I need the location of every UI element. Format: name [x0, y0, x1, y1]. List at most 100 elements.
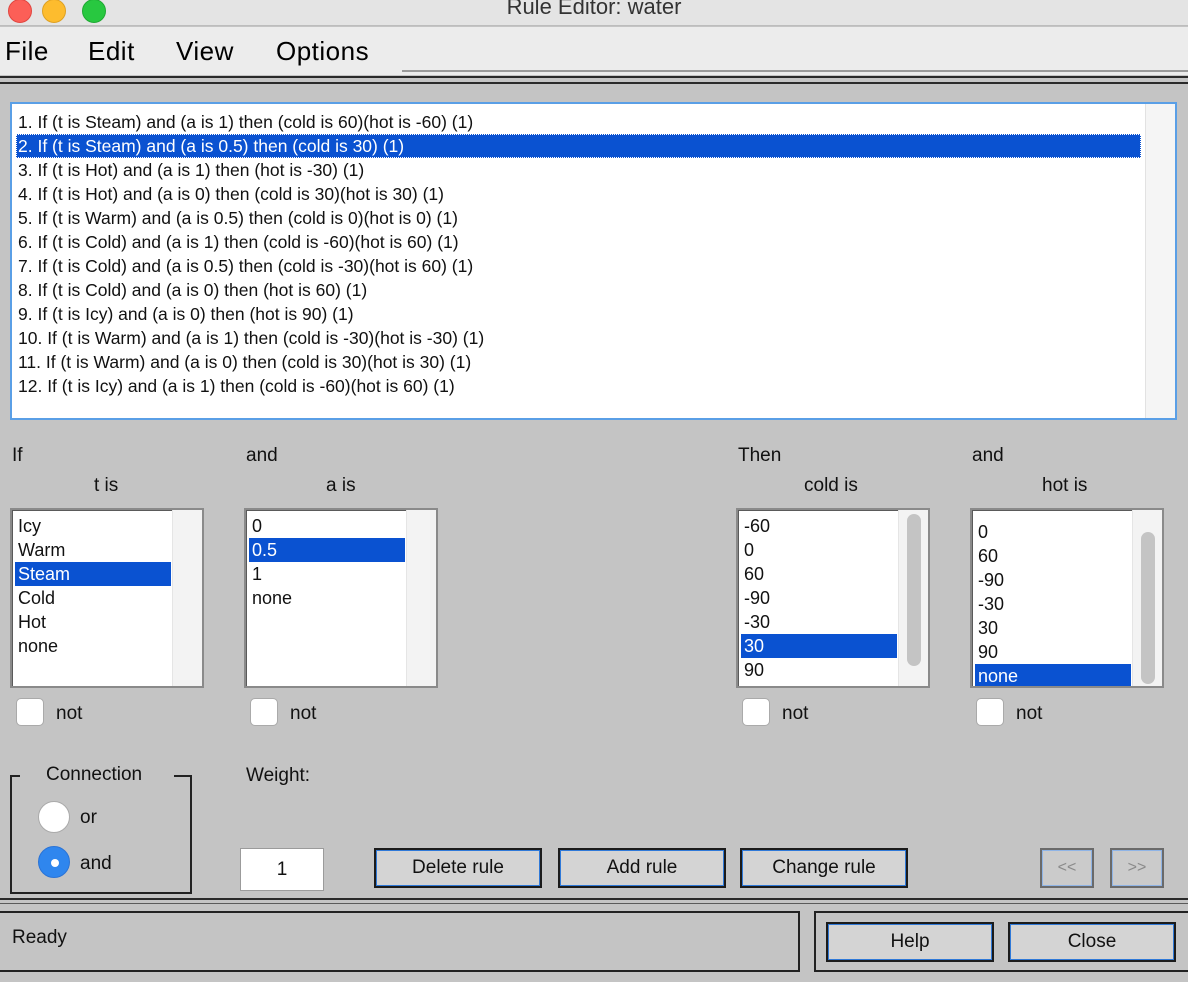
t-not-checkbox[interactable] — [16, 698, 44, 726]
cold-option[interactable]: -30 — [741, 610, 897, 634]
connection-title: Connection — [46, 764, 143, 785]
a-option[interactable]: 0 — [249, 514, 405, 538]
rules-list-rows: 1. If (t is Steam) and (a is 1) then (co… — [16, 110, 1141, 398]
separator — [0, 903, 1188, 904]
status-text: Ready — [12, 927, 67, 948]
cold-option[interactable]: -90 — [741, 586, 897, 610]
rule-row[interactable]: 4. If (t is Hot) and (a is 0) then (cold… — [16, 182, 1141, 206]
cold-listbox[interactable]: -60 0 60 -90 -30 30 90 — [736, 508, 930, 688]
title-bar: Rule Editor: water — [0, 0, 1188, 26]
status-box — [0, 911, 800, 972]
a-not-label: not — [290, 703, 317, 724]
t-option[interactable]: Warm — [15, 538, 171, 562]
and-radio[interactable] — [38, 846, 70, 878]
a-not-checkbox[interactable] — [250, 698, 278, 726]
weight-label: Weight: — [246, 765, 311, 786]
help-button[interactable]: Help — [826, 922, 994, 962]
hot-scroll-thumb[interactable] — [1141, 532, 1155, 684]
cold-scrollbar[interactable] — [898, 510, 928, 686]
menu-edit[interactable]: Edit — [88, 36, 135, 67]
a-option[interactable]: 0.5 — [249, 538, 405, 562]
rule-row[interactable]: 7. If (t is Cold) and (a is 0.5) then (c… — [16, 254, 1141, 278]
cold-options: -60 0 60 -90 -30 30 90 — [741, 514, 897, 682]
a-scrollbar[interactable] — [406, 510, 436, 686]
delete-rule-button[interactable]: Delete rule — [374, 848, 542, 888]
hot-option[interactable]: 90 — [975, 640, 1131, 664]
menu-underline — [402, 70, 1188, 72]
a-option[interactable]: none — [249, 586, 405, 610]
a-is-label: a is — [326, 475, 356, 496]
next-button[interactable]: >> — [1110, 848, 1164, 888]
hot-option[interactable]: 30 — [975, 616, 1131, 640]
hot-option[interactable]: 0 — [975, 520, 1131, 544]
add-rule-button[interactable]: Add rule — [558, 848, 726, 888]
change-rule-button[interactable]: Change rule — [740, 848, 908, 888]
t-option[interactable]: none — [15, 634, 171, 658]
cold-option[interactable]: -60 — [741, 514, 897, 538]
t-option[interactable]: Cold — [15, 586, 171, 610]
cold-option[interactable]: 0 — [741, 538, 897, 562]
hot-option[interactable]: none — [975, 664, 1131, 686]
hot-option[interactable]: -30 — [975, 592, 1131, 616]
t-options: Icy Warm Steam Cold Hot none — [15, 514, 171, 658]
a-listbox[interactable]: 0 0.5 1 none — [244, 508, 438, 688]
or-label: or — [80, 807, 97, 828]
rule-row[interactable]: 12. If (t is Icy) and (a is 1) then (col… — [16, 374, 1141, 398]
group-border — [174, 775, 192, 777]
connection-group — [10, 775, 192, 894]
cold-is-label: cold is — [804, 475, 858, 496]
t-option[interactable]: Hot — [15, 610, 171, 634]
or-radio[interactable] — [38, 801, 70, 833]
menu-options[interactable]: Options — [276, 36, 369, 67]
rules-list-scrollbar[interactable] — [1145, 104, 1175, 418]
menu-view[interactable]: View — [176, 36, 234, 67]
and-label-1: and — [246, 445, 278, 466]
hot-option[interactable]: 60 — [975, 544, 1131, 568]
t-scrollbar[interactable] — [172, 510, 202, 686]
if-label: If — [12, 445, 23, 466]
hot-is-label: hot is — [1042, 475, 1088, 496]
hot-not-label: not — [1016, 703, 1043, 724]
cold-not-label: not — [782, 703, 809, 724]
window-title: Rule Editor: water — [506, 0, 682, 19]
separator — [0, 82, 1188, 84]
hot-option[interactable]: -90 — [975, 568, 1131, 592]
a-options: 0 0.5 1 none — [249, 514, 405, 610]
cold-scroll-thumb[interactable] — [907, 514, 921, 666]
menu-file[interactable]: File — [5, 36, 49, 67]
then-label: Then — [738, 445, 782, 466]
t-option[interactable]: Icy — [15, 514, 171, 538]
rule-row[interactable]: 11. If (t is Warm) and (a is 0) then (co… — [16, 350, 1141, 374]
rule-row[interactable]: 9. If (t is Icy) and (a is 0) then (hot … — [16, 302, 1141, 326]
rule-row[interactable]: 1. If (t is Steam) and (a is 1) then (co… — [16, 110, 1141, 134]
rule-row[interactable]: 5. If (t is Warm) and (a is 0.5) then (c… — [16, 206, 1141, 230]
rule-row[interactable]: 10. If (t is Warm) and (a is 1) then (co… — [16, 326, 1141, 350]
hot-listbox[interactable]: 0 60 -90 -30 30 90 none — [970, 508, 1164, 688]
rule-row[interactable]: 6. If (t is Cold) and (a is 1) then (col… — [16, 230, 1141, 254]
and-label-2: and — [972, 445, 1004, 466]
t-not-label: not — [56, 703, 83, 724]
close-button[interactable]: Close — [1008, 922, 1176, 962]
cold-option[interactable]: 30 — [741, 634, 897, 658]
menu-bar: File Edit View Options — [0, 27, 1188, 75]
t-option[interactable]: Steam — [15, 562, 171, 586]
weight-input[interactable]: 1 — [240, 848, 324, 891]
hot-not-checkbox[interactable] — [976, 698, 1004, 726]
rules-list[interactable]: 1. If (t is Steam) and (a is 1) then (co… — [10, 102, 1177, 420]
cold-not-checkbox[interactable] — [742, 698, 770, 726]
t-is-label: t is — [94, 475, 119, 496]
rule-row[interactable]: 8. If (t is Cold) and (a is 0) then (hot… — [16, 278, 1141, 302]
rule-row[interactable]: 3. If (t is Hot) and (a is 1) then (hot … — [16, 158, 1141, 182]
group-border — [10, 775, 20, 777]
hot-options: 0 60 -90 -30 30 90 none — [975, 520, 1131, 686]
hot-scrollbar[interactable] — [1132, 510, 1162, 686]
and-radio-label: and — [80, 853, 112, 874]
rule-row[interactable]: 2. If (t is Steam) and (a is 0.5) then (… — [16, 134, 1141, 158]
a-option[interactable]: 1 — [249, 562, 405, 586]
previous-button[interactable]: << — [1040, 848, 1094, 888]
cold-option[interactable]: 60 — [741, 562, 897, 586]
separator — [0, 76, 1188, 78]
t-listbox[interactable]: Icy Warm Steam Cold Hot none — [10, 508, 204, 688]
separator — [0, 898, 1188, 900]
cold-option[interactable]: 90 — [741, 658, 897, 682]
